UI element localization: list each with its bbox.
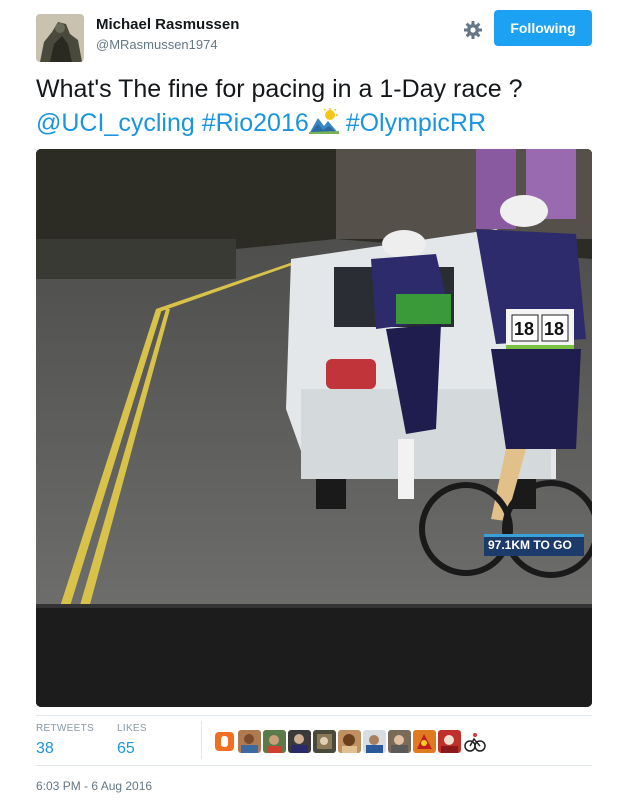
liker-avatar[interactable] [463, 730, 486, 753]
hashtag-link-olympicrr[interactable]: #OlympicRR [346, 109, 486, 137]
gear-icon[interactable] [463, 20, 483, 40]
likes-count[interactable]: 65 [117, 740, 147, 758]
liker-avatar[interactable] [238, 730, 261, 753]
svg-text:18: 18 [544, 319, 564, 339]
tweet-body: What's The fine for pacing in a 1-Day ra… [36, 75, 523, 103]
mountain-sun-emoji [308, 108, 339, 134]
author-handle[interactable]: @MRasmussen1974 [96, 37, 218, 52]
distance-overlay: 97.1KM TO GO [488, 538, 572, 552]
author-avatar[interactable] [36, 14, 84, 62]
retweets-label: RETWEETS [36, 723, 94, 734]
hashtag-link-rio2016[interactable]: #Rio2016 [202, 109, 309, 137]
liker-avatar[interactable] [263, 730, 286, 753]
liker-avatar[interactable] [288, 730, 311, 753]
liker-avatar[interactable] [413, 730, 436, 753]
mention-link[interactable]: @UCI_cycling [36, 109, 195, 137]
retweets-stat[interactable]: RETWEETS 38 [36, 723, 94, 758]
stats-divider-bottom [36, 765, 592, 766]
svg-text:18: 18 [514, 319, 534, 339]
tweet-text: What's The fine for pacing in a 1-Day ra… [36, 72, 596, 140]
retweets-count[interactable]: 38 [36, 740, 94, 758]
liker-avatar[interactable] [388, 730, 411, 753]
likes-label: LIKES [117, 723, 147, 734]
liker-avatar[interactable] [338, 730, 361, 753]
liker-avatar[interactable] [363, 730, 386, 753]
following-button[interactable]: Following [494, 10, 592, 46]
liker-avatar[interactable] [313, 730, 336, 753]
liker-avatars [213, 730, 486, 753]
tweet-photo[interactable]: 18 18 97.1KM TO GO [36, 149, 592, 707]
stats-divider-top [36, 715, 592, 716]
liker-avatar[interactable] [438, 730, 461, 753]
stats-separator [201, 721, 202, 759]
liker-avatar[interactable] [213, 730, 236, 753]
likes-stat[interactable]: LIKES 65 [117, 723, 147, 758]
tweet-timestamp[interactable]: 6:03 PM - 6 Aug 2016 [36, 779, 152, 793]
author-name[interactable]: Michael Rasmussen [96, 16, 239, 33]
